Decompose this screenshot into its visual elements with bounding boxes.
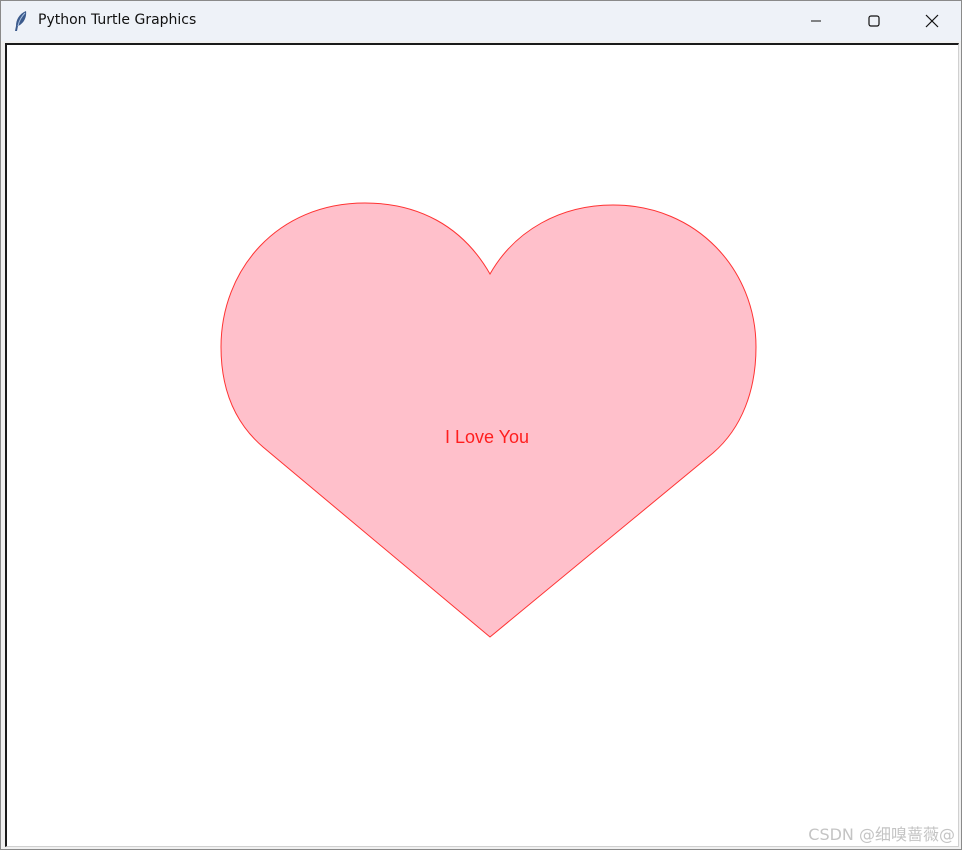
maximize-icon <box>868 15 880 27</box>
heart-text: I Love You <box>444 427 530 447</box>
watermark-text: CSDN @细嗅蔷薇@ <box>808 825 955 844</box>
minimize-icon <box>811 20 821 22</box>
minimize-button[interactable] <box>787 1 845 41</box>
heart-shape <box>220 202 757 638</box>
close-icon <box>925 14 939 28</box>
close-button[interactable] <box>903 1 961 41</box>
turtle-canvas[interactable]: I Love You <box>5 43 959 847</box>
feather-icon[interactable] <box>13 10 29 32</box>
maximize-button[interactable] <box>845 1 903 41</box>
window-title: Python Turtle Graphics <box>38 12 197 28</box>
turtle-window: Python Turtle Graphics I Love You CSDN @… <box>0 0 962 850</box>
title-bar[interactable]: Python Turtle Graphics <box>1 1 961 41</box>
